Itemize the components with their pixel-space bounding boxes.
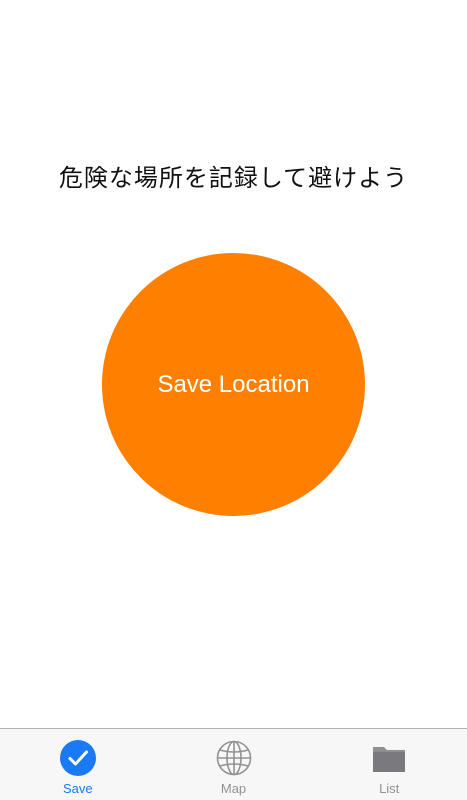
screen: 危険な場所を記録して避けよう Save Location Save Map Li… [0, 0, 467, 800]
tab-map-label: Map [220, 781, 247, 796]
tab-save[interactable]: Save [0, 729, 156, 800]
tab-map[interactable]: Map [156, 729, 312, 800]
tab-list[interactable]: List [311, 729, 467, 800]
globe-icon [216, 740, 251, 776]
save-location-button[interactable]: Save Location [102, 253, 365, 516]
save-location-label: Save Location [157, 370, 310, 398]
tab-list-label: List [379, 781, 400, 796]
tab-bar: Save Map List [0, 728, 467, 800]
headline: 危険な場所を記録して避けよう [58, 164, 409, 192]
folder-icon [373, 747, 406, 772]
checkmark-circle-icon [59, 740, 96, 776]
tab-save-label: Save [63, 781, 93, 796]
